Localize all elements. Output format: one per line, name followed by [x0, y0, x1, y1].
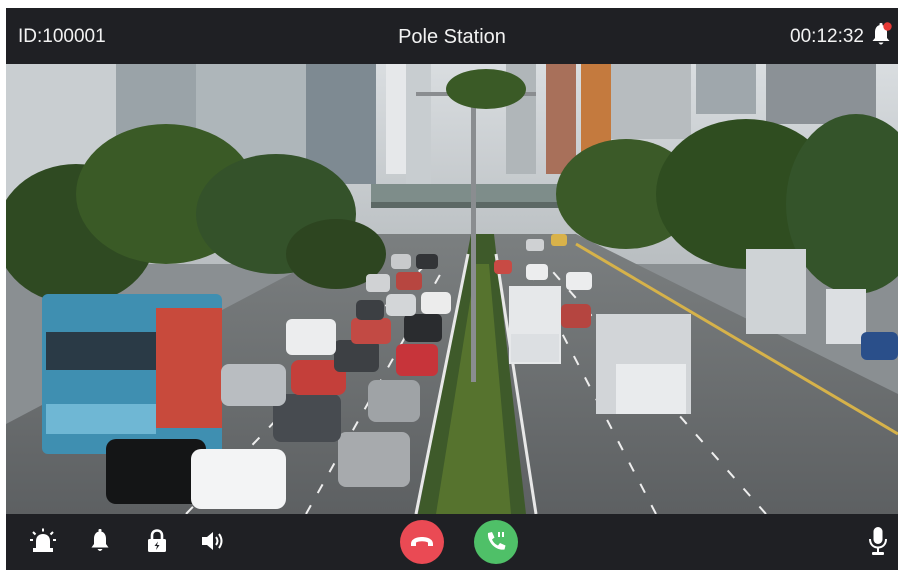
- hangup-button[interactable]: [400, 520, 444, 564]
- answer-button[interactable]: [474, 520, 518, 564]
- bell-icon[interactable]: [870, 22, 892, 48]
- call-timer: 00:12:32: [790, 26, 864, 47]
- notification-badge: [883, 22, 892, 31]
- top-bar: ID:100001 Pole Station 00:12:32: [6, 8, 898, 64]
- bell-icon[interactable]: [87, 528, 113, 554]
- video-feed[interactable]: [6, 64, 898, 514]
- phone-hangup-icon: [411, 537, 433, 546]
- speaker-icon[interactable]: [200, 528, 226, 554]
- bottom-toolbar: [6, 514, 898, 570]
- microphone-icon[interactable]: [867, 526, 889, 556]
- phone-answer-icon: [487, 532, 506, 550]
- traffic-camera-image: [6, 64, 898, 514]
- lock-icon[interactable]: [144, 528, 170, 554]
- alarm-light-icon[interactable]: [30, 528, 56, 554]
- station-title: Pole Station: [398, 26, 506, 48]
- intercom-screen: ID:100001 Pole Station 00:12:32: [6, 8, 898, 570]
